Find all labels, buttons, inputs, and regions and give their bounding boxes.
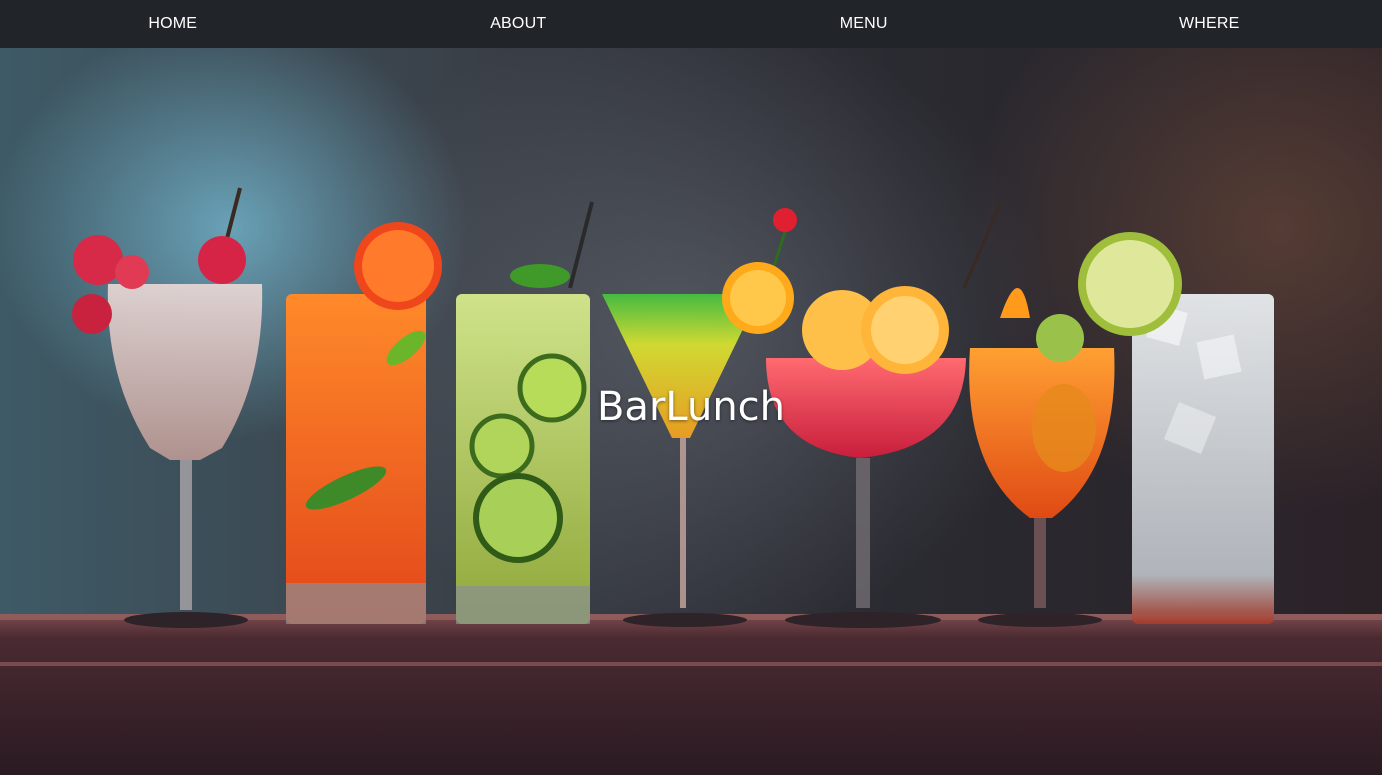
hero-title: BarLunch (596, 384, 786, 430)
top-navbar: HOME ABOUT MENU WHERE (0, 0, 1382, 48)
nav-about-link[interactable]: ABOUT (346, 15, 692, 33)
nav-menu-link[interactable]: MENU (691, 15, 1037, 33)
nav-home-link[interactable]: HOME (0, 15, 346, 33)
hero-banner: BarLunch (0, 48, 1382, 775)
nav-where-link[interactable]: WHERE (1037, 15, 1382, 33)
